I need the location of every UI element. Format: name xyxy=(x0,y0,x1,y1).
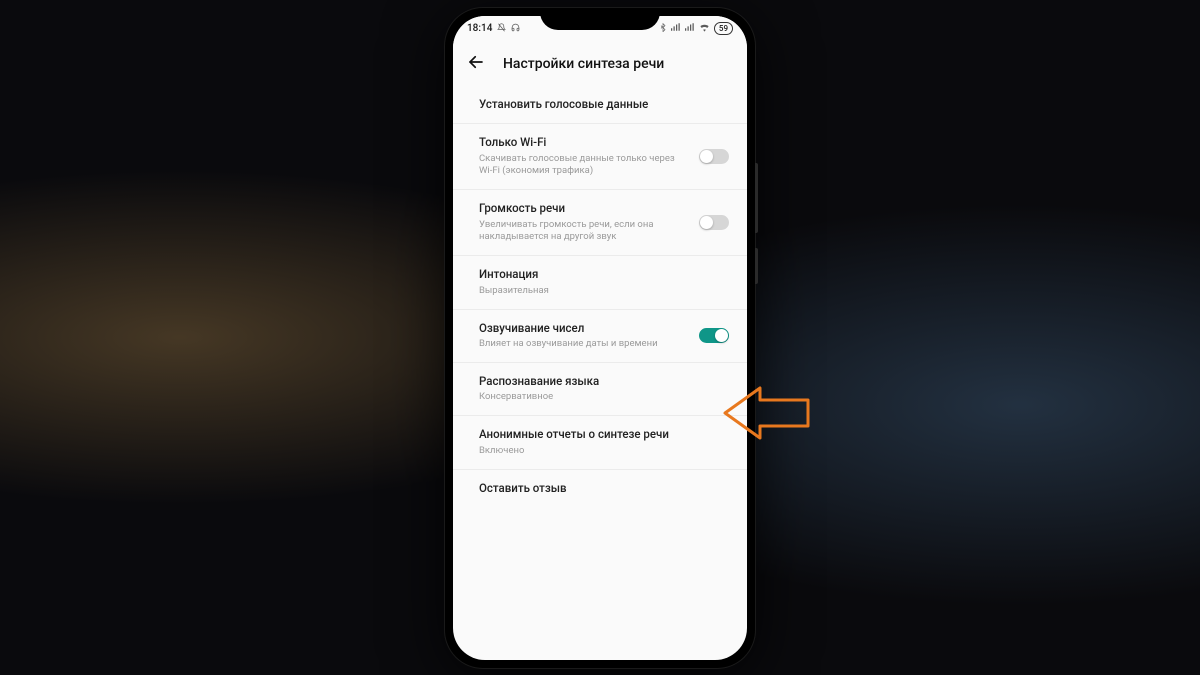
settings-list: Установить голосовые данные Только Wi-Fi… xyxy=(453,86,747,508)
speech-volume-toggle[interactable] xyxy=(699,215,729,230)
signal-icon-1 xyxy=(671,23,681,34)
wifi-icon xyxy=(699,23,710,35)
setting-title: Только Wi-Fi xyxy=(479,135,689,151)
setting-leave-feedback[interactable]: Оставить отзыв xyxy=(453,470,747,508)
back-arrow-icon[interactable] xyxy=(467,53,485,75)
setting-title: Распознавание языка xyxy=(479,374,729,390)
volume-button xyxy=(755,163,758,233)
setting-speech-volume[interactable]: Громкость речи Увеличивать громкость реч… xyxy=(453,190,747,256)
setting-number-pronunciation[interactable]: Озвучивание чисел Влияет на озвучивание … xyxy=(453,310,747,363)
page-title: Настройки синтеза речи xyxy=(503,56,664,72)
setting-subtitle: Скачивать голосовые данные только через … xyxy=(479,153,689,179)
battery-indicator: 59 xyxy=(714,22,733,35)
setting-title: Озвучивание чисел xyxy=(479,321,689,337)
setting-wifi-only[interactable]: Только Wi-Fi Скачивать голосовые данные … xyxy=(453,124,747,190)
setting-subtitle: Консервативное xyxy=(479,391,729,404)
status-time: 18:14 xyxy=(467,23,492,34)
setting-title: Установить голосовые данные xyxy=(479,97,729,113)
setting-intonation[interactable]: Интонация Выразительная xyxy=(453,256,747,309)
setting-title: Анонимные отчеты о синтезе речи xyxy=(479,427,729,443)
setting-title: Оставить отзыв xyxy=(479,481,729,497)
setting-subtitle: Включено xyxy=(479,445,729,458)
setting-subtitle: Выразительная xyxy=(479,285,729,298)
page-header: Настройки синтеза речи xyxy=(453,42,747,86)
setting-subtitle: Увеличивать громкость речи, если она нак… xyxy=(479,219,689,245)
wifi-only-toggle[interactable] xyxy=(699,149,729,164)
setting-subtitle: Влияет на озвучивание даты и времени xyxy=(479,338,689,351)
headphones-icon xyxy=(511,23,520,35)
setting-title: Громкость речи xyxy=(479,201,689,217)
setting-install-voice-data[interactable]: Установить голосовые данные xyxy=(453,86,747,125)
phone-screen: 18:14 xyxy=(453,16,747,660)
notification-mute-icon xyxy=(497,23,506,35)
setting-title: Интонация xyxy=(479,267,729,283)
setting-language-recognition[interactable]: Распознавание языка Консервативное xyxy=(453,363,747,416)
number-pronunciation-toggle[interactable] xyxy=(699,328,729,343)
phone-frame: 18:14 xyxy=(445,8,755,668)
setting-anonymous-reports[interactable]: Анонимные отчеты о синтезе речи Включено xyxy=(453,416,747,469)
power-button xyxy=(755,248,758,284)
signal-icon-2 xyxy=(685,23,695,34)
status-bar: 18:14 xyxy=(453,16,747,42)
bluetooth-icon xyxy=(659,22,667,35)
